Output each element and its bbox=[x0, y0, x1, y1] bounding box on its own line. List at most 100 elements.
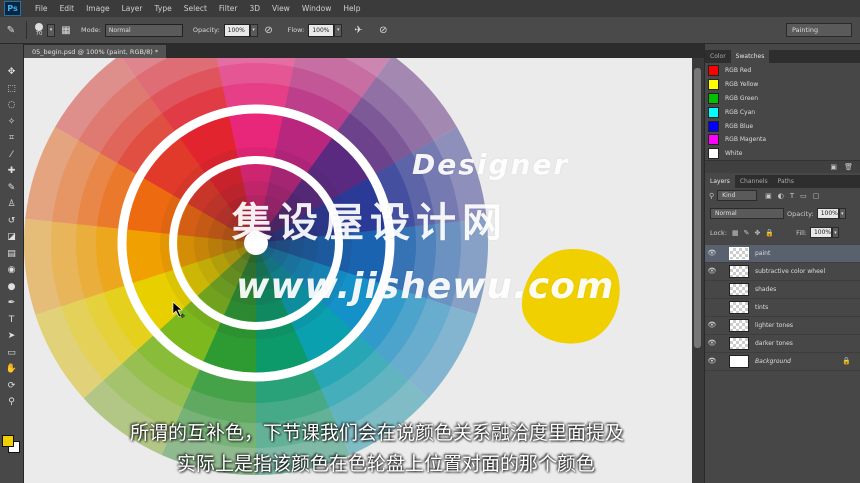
layer-thumbnail bbox=[729, 318, 749, 332]
layer-opacity-field[interactable]: 100% bbox=[816, 208, 839, 219]
brush-preset-picker[interactable]: 70 bbox=[35, 23, 43, 37]
pen-tool-icon[interactable]: ✒ bbox=[3, 295, 21, 312]
swatch-item[interactable]: RGB Magenta bbox=[705, 133, 860, 147]
path-select-tool-icon[interactable]: ➤ bbox=[3, 328, 21, 345]
layer-name: shades bbox=[755, 285, 777, 293]
pressure-opacity-icon[interactable]: ⊘ bbox=[261, 22, 277, 38]
brush-tool-icon[interactable]: ✎ bbox=[3, 180, 21, 197]
menu-filter[interactable]: Filter bbox=[213, 4, 244, 13]
fill-dropdown[interactable]: ▾ bbox=[831, 227, 839, 238]
hand-tool-icon[interactable]: ✋ bbox=[3, 361, 21, 378]
brush-tool-icon[interactable]: ✎ bbox=[3, 22, 19, 38]
lock-pixels-icon[interactable]: ✎ bbox=[744, 229, 750, 237]
marquee-tool-icon[interactable]: ⬚ bbox=[3, 81, 21, 98]
pressure-size-icon[interactable]: ⊘ bbox=[375, 22, 391, 38]
swatch-item[interactable]: White bbox=[705, 147, 860, 161]
swatch-chip bbox=[708, 106, 719, 118]
menu-select[interactable]: Select bbox=[178, 4, 213, 13]
layer-row[interactable]: 👁 lighter tones bbox=[705, 317, 860, 335]
tab-swatches[interactable]: Swatches bbox=[730, 50, 770, 63]
fill-field[interactable]: 100% bbox=[809, 227, 832, 238]
move-tool-icon[interactable]: ✥ bbox=[3, 64, 21, 81]
mode-label: Mode: bbox=[81, 26, 101, 34]
gradient-tool-icon[interactable]: ▤ bbox=[3, 246, 21, 263]
layer-row[interactable]: 👁 Background 🔒 bbox=[705, 353, 860, 371]
swatch-item[interactable]: RGB Yellow bbox=[705, 78, 860, 92]
layer-opacity-dropdown[interactable]: ▾ bbox=[838, 208, 846, 219]
tab-layers[interactable]: Layers bbox=[705, 175, 735, 188]
quick-select-tool-icon[interactable]: ✧ bbox=[3, 114, 21, 131]
document-tab[interactable]: 05_begin.psd @ 100% (paint, RGB/8) * bbox=[24, 45, 167, 58]
shape-tool-icon[interactable]: ▭ bbox=[3, 345, 21, 362]
swatch-label: RGB Cyan bbox=[725, 108, 756, 116]
kind-filter-select[interactable]: Kind bbox=[717, 190, 758, 201]
menu-edit[interactable]: Edit bbox=[54, 4, 81, 13]
delete-swatch-icon[interactable]: 🗑 bbox=[844, 163, 853, 171]
lock-position-icon[interactable]: ✥ bbox=[755, 229, 761, 237]
layer-thumbnail bbox=[729, 264, 749, 278]
mode-select[interactable]: Normal bbox=[104, 23, 183, 37]
menu-layer[interactable]: Layer bbox=[116, 4, 149, 13]
eraser-tool-icon[interactable]: ◪ bbox=[3, 229, 21, 246]
eye-icon[interactable]: 👁 bbox=[705, 339, 719, 347]
opacity-field[interactable]: 100% bbox=[223, 23, 250, 37]
type-tool-icon[interactable]: T bbox=[3, 312, 21, 329]
blend-mode-select[interactable]: Normal bbox=[710, 208, 784, 219]
eye-icon[interactable]: 👁 bbox=[705, 321, 719, 329]
history-brush-icon[interactable]: ↺ bbox=[3, 213, 21, 230]
lock-all-icon[interactable]: 🔒 bbox=[765, 229, 774, 237]
layer-row[interactable]: 👁 paint bbox=[705, 245, 860, 263]
brush-tip-icon bbox=[35, 23, 43, 31]
filter-adjustment-icon[interactable]: ◐ bbox=[778, 192, 784, 200]
swatch-item[interactable]: RGB Blue bbox=[705, 119, 860, 133]
flow-field[interactable]: 100% bbox=[308, 23, 335, 37]
blur-tool-icon[interactable]: ◉ bbox=[3, 262, 21, 279]
photoshop-logo: Ps bbox=[4, 1, 21, 16]
lasso-tool-icon[interactable]: ◌ bbox=[3, 97, 21, 114]
airbrush-icon[interactable]: ✈ bbox=[350, 22, 366, 38]
swatch-item[interactable]: RGB Green bbox=[705, 92, 860, 106]
eye-icon[interactable]: 👁 bbox=[705, 267, 719, 275]
menu-file[interactable]: File bbox=[29, 4, 54, 13]
filter-type-icon[interactable]: T bbox=[790, 192, 794, 200]
foreground-color-swatch[interactable] bbox=[2, 435, 14, 447]
eye-icon[interactable]: 👁 bbox=[705, 249, 719, 257]
swatch-item[interactable]: RGB Cyan bbox=[705, 105, 860, 119]
dodge-tool-icon[interactable]: ● bbox=[3, 279, 21, 296]
menu-window[interactable]: Window bbox=[296, 4, 338, 13]
layer-thumbnail bbox=[729, 246, 749, 260]
brush-preset-dropdown[interactable]: ▾ bbox=[47, 23, 55, 37]
tab-channels[interactable]: Channels bbox=[735, 175, 773, 188]
vertical-scrollbar[interactable] bbox=[692, 58, 704, 483]
crop-tool-icon[interactable]: ⌗ bbox=[3, 130, 21, 147]
scrollbar-thumb[interactable] bbox=[694, 68, 701, 348]
swatch-item[interactable]: RGB Red bbox=[705, 64, 860, 78]
workspace-select[interactable]: Painting bbox=[786, 23, 852, 37]
tab-color[interactable]: Color bbox=[705, 50, 731, 63]
layer-row[interactable]: shades bbox=[705, 281, 860, 299]
stamp-tool-icon[interactable]: ♙ bbox=[3, 196, 21, 213]
menu-view[interactable]: View bbox=[266, 4, 296, 13]
layer-thumbnail bbox=[729, 300, 749, 314]
eyedropper-tool-icon[interactable]: ⁄ bbox=[3, 147, 21, 164]
healing-tool-icon[interactable]: ✚ bbox=[3, 163, 21, 180]
flow-dropdown[interactable]: ▾ bbox=[334, 23, 343, 37]
tab-paths[interactable]: Paths bbox=[773, 175, 799, 188]
zoom-tool-icon[interactable]: ⚲ bbox=[3, 394, 21, 411]
filter-shape-icon[interactable]: ▭ bbox=[800, 192, 807, 200]
layer-row[interactable]: 👁 subtractive color wheel bbox=[705, 263, 860, 281]
filter-pixel-icon[interactable]: ▣ bbox=[765, 192, 772, 200]
opacity-dropdown[interactable]: ▾ bbox=[249, 23, 258, 37]
layer-row[interactable]: 👁 darker tones bbox=[705, 335, 860, 353]
layer-row[interactable]: tints bbox=[705, 299, 860, 317]
menu-3d[interactable]: 3D bbox=[243, 4, 266, 13]
new-swatch-icon[interactable]: ▣ bbox=[830, 163, 837, 171]
menu-help[interactable]: Help bbox=[337, 4, 366, 13]
rotate-view-icon[interactable]: ⟳ bbox=[3, 378, 21, 395]
menu-type[interactable]: Type bbox=[149, 4, 178, 13]
brush-panel-icon[interactable]: ▦ bbox=[58, 22, 74, 38]
menu-image[interactable]: Image bbox=[80, 4, 116, 13]
filter-smart-object-icon[interactable]: ▢ bbox=[813, 192, 820, 200]
eye-icon[interactable]: 👁 bbox=[705, 357, 719, 365]
lock-transparent-icon[interactable]: ▦ bbox=[732, 229, 739, 237]
